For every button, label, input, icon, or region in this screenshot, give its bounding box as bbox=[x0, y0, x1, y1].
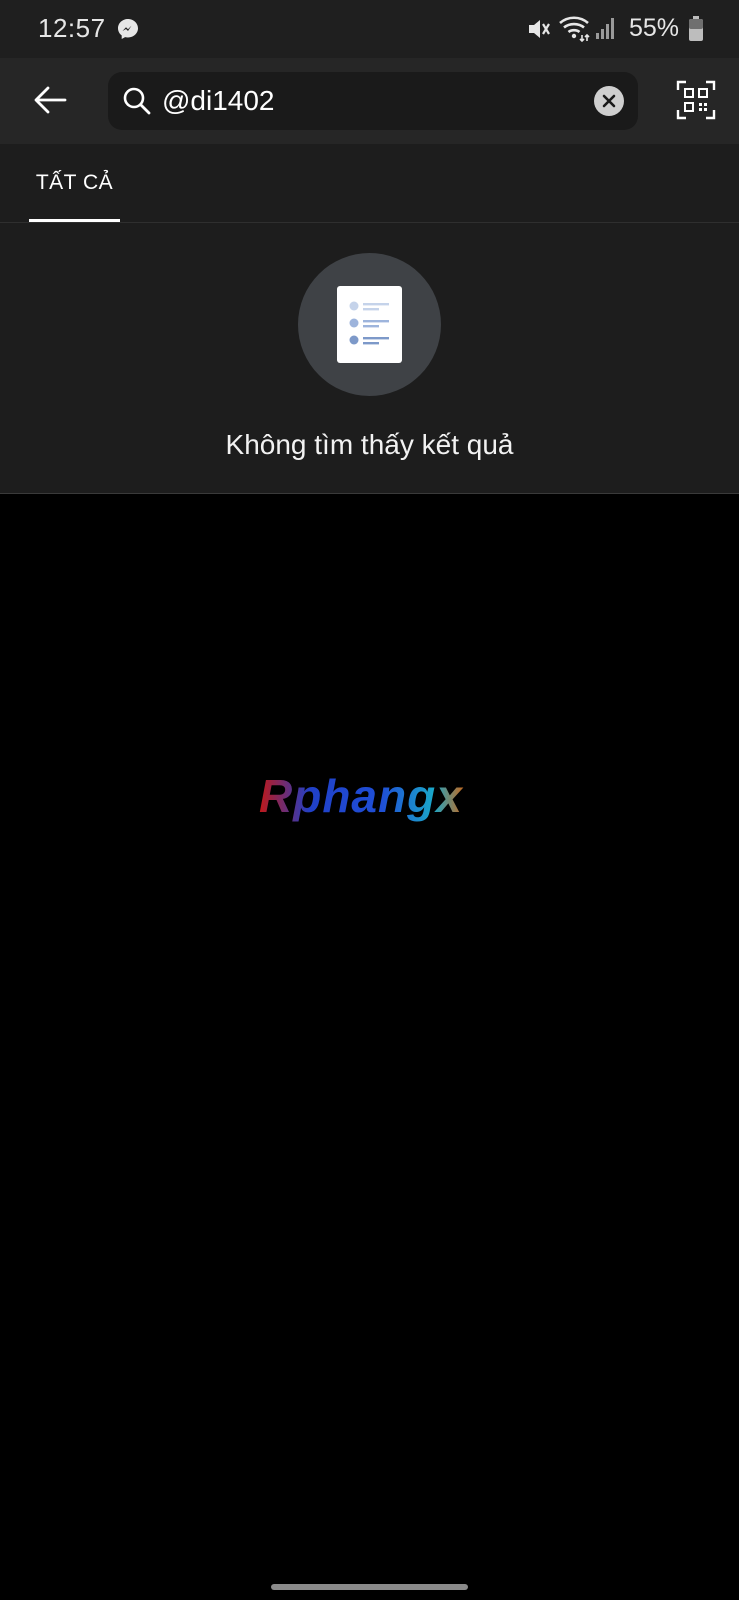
tab-active-indicator bbox=[29, 219, 120, 222]
clear-icon bbox=[602, 94, 616, 108]
tabs-bar: TẤT CẢ bbox=[0, 144, 739, 223]
document-list-icon bbox=[337, 286, 402, 363]
svg-text:Rphangx: Rphangx bbox=[259, 772, 464, 822]
search-box bbox=[108, 72, 638, 130]
signal-icon bbox=[596, 18, 614, 39]
tab-all[interactable]: TẤT CẢ bbox=[29, 144, 120, 222]
qr-scan-button[interactable] bbox=[674, 76, 718, 124]
wifi-icon bbox=[559, 16, 590, 42]
empty-illustration bbox=[298, 253, 441, 396]
mute-icon bbox=[529, 20, 550, 38]
battery-icon bbox=[689, 16, 703, 41]
back-arrow-icon bbox=[34, 86, 67, 114]
status-bar: 12:57 55% bbox=[0, 0, 739, 58]
search-header bbox=[0, 58, 739, 144]
status-time: 12:57 bbox=[38, 13, 106, 43]
qr-code-icon bbox=[676, 80, 716, 120]
search-input[interactable] bbox=[162, 78, 572, 124]
back-button[interactable] bbox=[26, 76, 74, 124]
empty-message: Không tìm thấy kết quả bbox=[225, 429, 514, 460]
home-indicator[interactable] bbox=[271, 1584, 468, 1590]
search-icon bbox=[123, 87, 151, 115]
tab-label: TẤT CẢ bbox=[35, 171, 114, 194]
watermark-logo: Rphangx bbox=[259, 772, 464, 822]
empty-results-panel: Không tìm thấy kết quả bbox=[0, 223, 739, 494]
battery-percent: 55% bbox=[629, 14, 680, 42]
clear-search-button[interactable] bbox=[594, 86, 624, 116]
messenger-icon bbox=[118, 19, 138, 39]
